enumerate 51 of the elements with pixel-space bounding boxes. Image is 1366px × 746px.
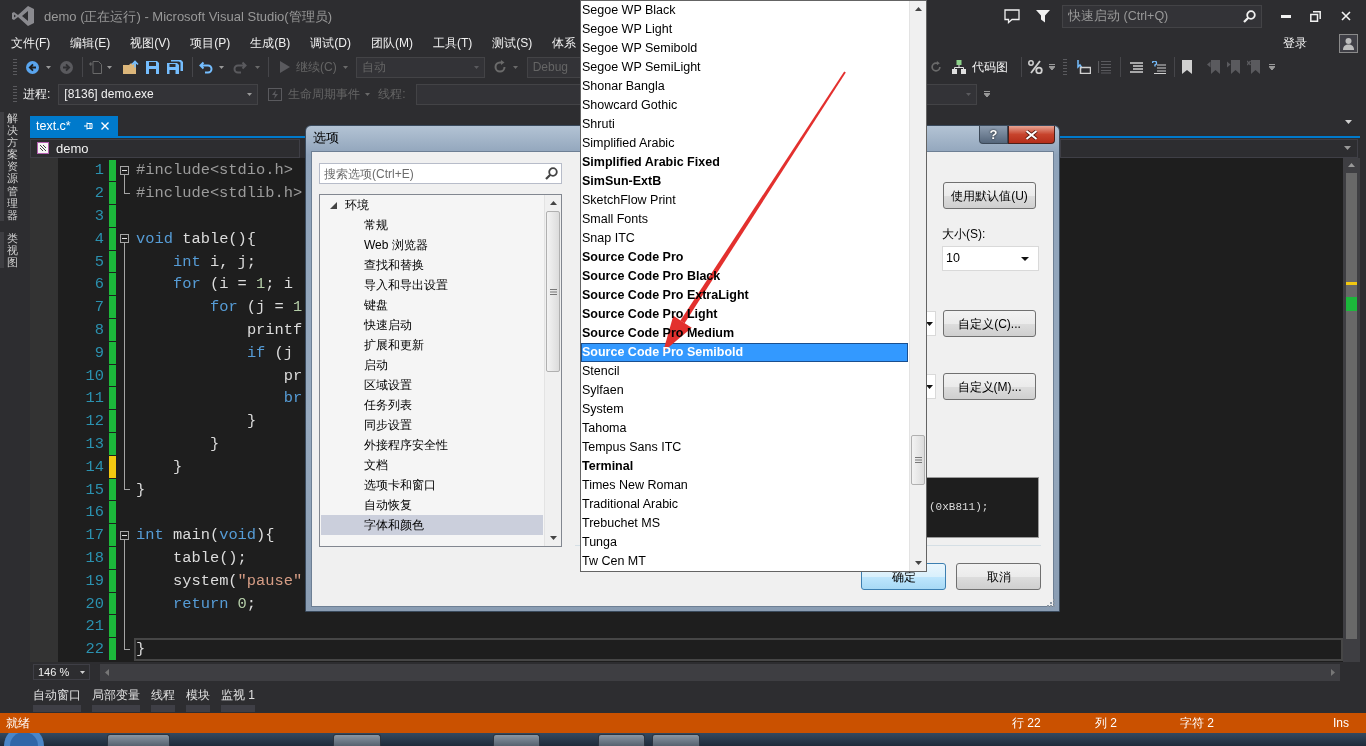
line-number: 21 <box>85 617 104 636</box>
code-line: } <box>209 434 220 453</box>
line-number: 3 <box>94 207 104 225</box>
code-line: void table(){ <box>136 229 257 248</box>
code-line: printf <box>246 320 303 339</box>
code-line: int main(void){ <box>136 526 275 545</box>
line-number: 20 <box>85 594 104 613</box>
line-number: 19 <box>85 571 104 590</box>
process-label: 进程: <box>23 88 51 100</box>
window-title: demo (正在运行) - Microsoft Visual Studio(管理员) <box>44 9 332 23</box>
line-number: 14 <box>85 457 104 476</box>
line-number: 18 <box>85 548 104 567</box>
line-number: 8 <box>94 320 104 339</box>
status-message: 就绪 <box>6 717 30 729</box>
line-number: 16 <box>85 503 104 522</box>
code-line: } <box>136 640 146 659</box>
line-number: 4 <box>94 229 104 248</box>
code-line: } <box>172 457 183 476</box>
character-indicator: 字符 2 <box>1180 716 1214 730</box>
insert-mode-indicator: Ins <box>1333 716 1349 730</box>
line-number: 13 <box>85 434 104 453</box>
line-number: 11 <box>85 389 104 408</box>
line-number: 22 <box>85 640 104 659</box>
line-number: 5 <box>94 252 104 271</box>
code-line: pr <box>283 366 303 385</box>
code-line: br <box>283 389 303 408</box>
code-line: for (i = 1; i <box>172 275 294 294</box>
code-line: int i, j; <box>172 252 257 271</box>
code-line: if (j <box>246 343 294 362</box>
code-line: } <box>246 412 257 431</box>
line-number: 6 <box>94 275 104 294</box>
code-line: return 0; <box>172 594 257 613</box>
line-indicator: 行 22 <box>1012 716 1041 730</box>
column-indicator: 列 2 <box>1095 716 1117 730</box>
line-number: 9 <box>94 343 104 362</box>
preview-text: (0xB811); <box>929 502 989 513</box>
line-number: 1 <box>94 161 104 180</box>
code-line: table(); <box>172 548 247 567</box>
line-number: 15 <box>85 480 104 499</box>
size-label: 大小(S): <box>942 226 986 242</box>
code-line: system("pause" <box>172 571 303 590</box>
code-line: #include<stdio.h> <box>136 161 293 180</box>
line-number: 12 <box>85 412 104 431</box>
code-line: #include<stdlib.h> <box>136 184 303 203</box>
line-number: 2 <box>94 184 104 203</box>
line-number: 7 <box>94 298 104 317</box>
line-number: 17 <box>85 526 104 545</box>
line-number: 10 <box>85 366 104 385</box>
code-line: } <box>136 480 146 499</box>
code-line: for (j = 1 <box>209 298 303 317</box>
dialog-title: 选项 <box>313 132 339 145</box>
